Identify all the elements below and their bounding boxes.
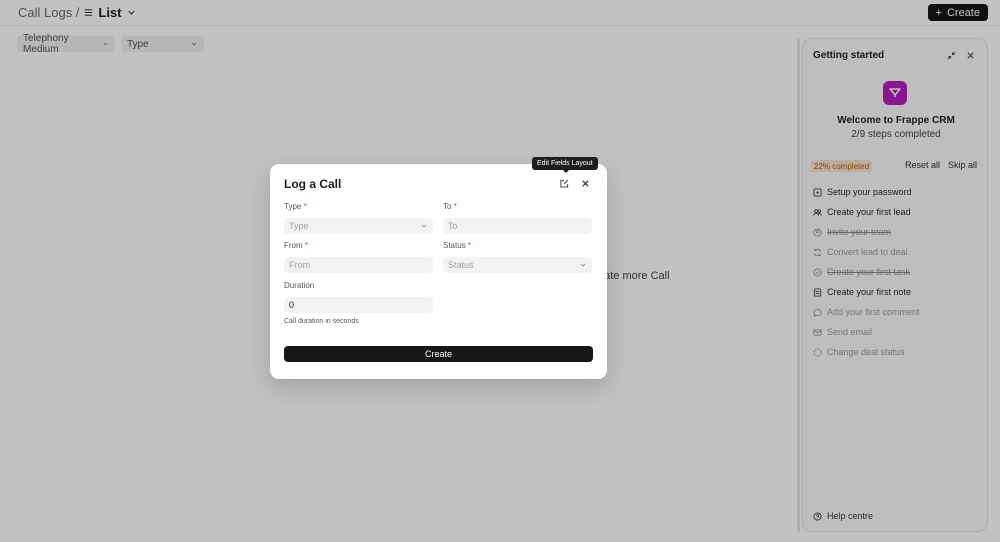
status-label: Status: [443, 241, 466, 250]
edit-fields-layout-tooltip: Edit Fields Layout: [532, 157, 598, 173]
type-field: Type * Type: [284, 202, 433, 234]
dialog-create-button[interactable]: Create: [284, 346, 593, 362]
type-placeholder: Type: [289, 221, 309, 231]
from-label: From: [284, 241, 303, 250]
to-input[interactable]: To: [443, 218, 592, 234]
required-mark: *: [303, 202, 307, 211]
required-mark: *: [453, 202, 457, 211]
chevron-down-icon: [580, 263, 586, 267]
duration-field: Duration 0 Call duration in seconds: [284, 281, 433, 325]
duration-label: Duration: [284, 281, 315, 290]
chevron-down-icon: [421, 224, 427, 228]
status-placeholder: Status: [448, 260, 474, 270]
duration-help-text: Call duration in seconds: [284, 318, 359, 325]
dialog-actions: [560, 179, 590, 188]
required-mark: *: [467, 241, 472, 250]
to-field: To * To: [443, 202, 592, 234]
from-placeholder: From: [289, 260, 310, 270]
status-field: Status * Status: [443, 241, 592, 273]
dialog-title: Log a Call: [284, 177, 342, 191]
close-icon[interactable]: [581, 179, 590, 188]
to-placeholder: To: [448, 221, 458, 231]
log-call-dialog: Log a Call Type * Type To * To From * Fr…: [270, 164, 607, 379]
type-select[interactable]: Type: [284, 218, 433, 234]
duration-value: 0: [289, 300, 295, 310]
from-field: From * From: [284, 241, 433, 273]
status-select[interactable]: Status: [443, 257, 592, 273]
duration-input[interactable]: 0: [284, 297, 433, 313]
edit-layout-icon[interactable]: [560, 179, 569, 188]
type-label: Type: [284, 202, 302, 211]
to-label: To: [443, 202, 452, 211]
from-input[interactable]: From: [284, 257, 433, 273]
required-mark: *: [304, 241, 309, 250]
